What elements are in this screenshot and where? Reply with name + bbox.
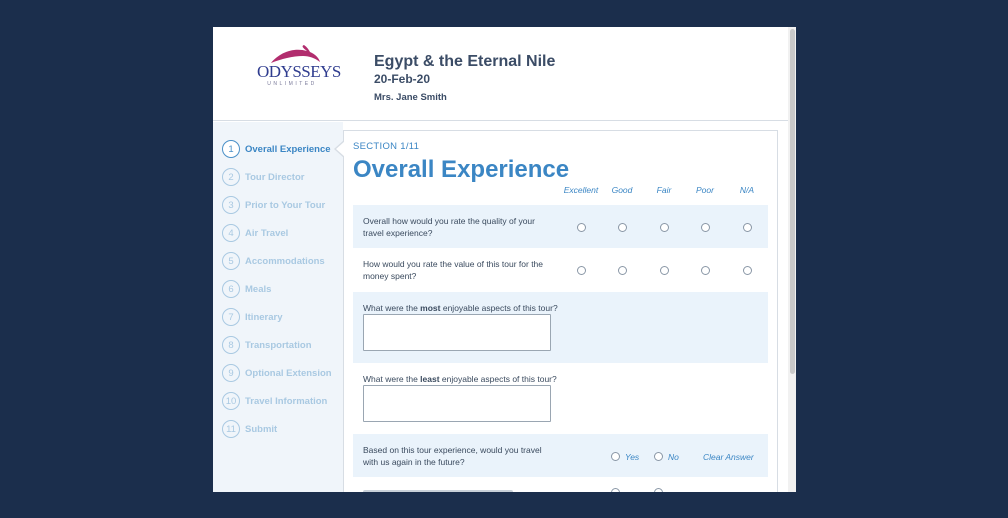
step-number: 3	[222, 196, 240, 214]
question-text: Overall how would you rate the quality o…	[363, 216, 535, 238]
nav-label: Transportation	[245, 339, 312, 351]
step-number: 9	[222, 364, 240, 382]
step-number: 5	[222, 252, 240, 270]
nav-label: Tour Director	[245, 171, 305, 183]
question-text: What were the most enjoyable aspects of …	[363, 303, 558, 313]
radio-yes[interactable]	[611, 488, 620, 492]
radio-fair[interactable]	[660, 223, 669, 232]
radio-poor[interactable]	[701, 266, 710, 275]
scrollbar-thumb[interactable]	[790, 29, 795, 374]
step-number: 1	[222, 140, 240, 158]
traveler-name: Mrs. Jane Smith	[374, 92, 447, 103]
radio-good[interactable]	[618, 223, 627, 232]
truncated-question-text	[363, 490, 513, 492]
nav-item-tour-director[interactable]: 2 Tour Director	[222, 168, 304, 186]
nav-label: Accommodations	[245, 255, 325, 267]
step-number: 2	[222, 168, 240, 186]
nav-label: Itinerary	[245, 311, 283, 323]
radio-yes[interactable]	[611, 452, 620, 461]
section-nav: 1 Overall Experience 2 Tour Director 3 P…	[213, 122, 343, 492]
question-text: Based on this tour experience, would you…	[363, 445, 542, 467]
trip-title: Egypt & the Eternal Nile	[374, 53, 556, 70]
logo-wordmark: ODYSSEYS	[257, 62, 341, 81]
step-number: 4	[222, 224, 240, 242]
nav-item-optional-extension[interactable]: 9 Optional Extension	[222, 364, 332, 382]
radio-excellent[interactable]	[577, 223, 586, 232]
step-number: 7	[222, 308, 240, 326]
question-row-least-enjoyable: What were the least enjoyable aspects of…	[353, 363, 768, 434]
column-poor: Poor	[696, 185, 714, 195]
column-good: Good	[611, 185, 633, 195]
radio-na[interactable]	[743, 223, 752, 232]
nav-item-itinerary[interactable]: 7 Itinerary	[222, 308, 283, 326]
radio-na[interactable]	[743, 266, 752, 275]
nav-item-accommodations[interactable]: 5 Accommodations	[222, 252, 325, 270]
nav-item-meals[interactable]: 6 Meals	[222, 280, 271, 298]
step-number: 11	[222, 420, 240, 438]
question-row-quality: Overall how would you rate the quality o…	[353, 205, 768, 248]
section-title: Overall Experience	[353, 156, 570, 183]
nav-item-travel-information[interactable]: 10 Travel Information	[222, 392, 327, 410]
most-enjoyable-textarea[interactable]	[363, 314, 551, 351]
logo-tagline: UNLIMITED	[267, 81, 317, 87]
radio-fair[interactable]	[660, 266, 669, 275]
nav-item-submit[interactable]: 11 Submit	[222, 420, 277, 438]
radio-excellent[interactable]	[577, 266, 586, 275]
column-fair: Fair	[656, 185, 672, 195]
yes-label: Yes	[625, 452, 640, 462]
step-number: 10	[222, 392, 240, 410]
column-na: N/A	[739, 185, 755, 195]
radio-poor[interactable]	[701, 223, 710, 232]
survey-header: ODYSSEYS UNLIMITED Egypt & the Eternal N…	[213, 27, 788, 121]
section-counter: SECTION 1/11	[353, 141, 420, 152]
radio-no[interactable]	[654, 452, 663, 461]
question-row-next	[353, 487, 768, 492]
question-text: How would you rate the value of this tou…	[363, 259, 544, 281]
radio-no[interactable]	[654, 488, 663, 492]
survey-window: ODYSSEYS UNLIMITED Egypt & the Eternal N…	[213, 27, 796, 492]
step-number: 6	[222, 280, 240, 298]
nav-label: Meals	[245, 283, 272, 295]
nav-item-air-travel[interactable]: 4 Air Travel	[222, 224, 288, 242]
column-excellent: Excellent	[563, 185, 599, 195]
question-row-value: How would you rate the value of this tou…	[353, 248, 768, 291]
nav-label: Air Travel	[245, 227, 289, 239]
scrollbar[interactable]	[788, 27, 796, 492]
no-label: No	[668, 452, 679, 462]
clear-answer-link[interactable]: Clear Answer	[703, 452, 754, 462]
nav-label: Optional Extension	[245, 367, 332, 379]
nav-label: Submit	[245, 423, 278, 435]
step-number: 8	[222, 336, 240, 354]
trip-date: 20-Feb-20	[374, 72, 431, 86]
odysseys-logo: ODYSSEYS UNLIMITED	[257, 45, 341, 93]
nav-label: Prior to Your Tour	[245, 199, 326, 211]
nav-item-prior-to-tour[interactable]: 3 Prior to Your Tour	[222, 196, 325, 214]
nav-item-overall-experience[interactable]: 1 Overall Experience	[222, 140, 331, 158]
radio-good[interactable]	[618, 266, 627, 275]
question-row-most-enjoyable: What were the most enjoyable aspects of …	[353, 292, 768, 363]
question-row-travel-again: Based on this tour experience, would you…	[353, 434, 768, 477]
nav-label: Overall Experience	[245, 143, 331, 155]
question-text: What were the least enjoyable aspects of…	[363, 374, 557, 384]
nav-item-transportation[interactable]: 8 Transportation	[222, 336, 312, 354]
panel-pointer-fill	[336, 141, 345, 157]
nav-label: Travel Information	[245, 395, 328, 407]
least-enjoyable-textarea[interactable]	[363, 385, 551, 422]
